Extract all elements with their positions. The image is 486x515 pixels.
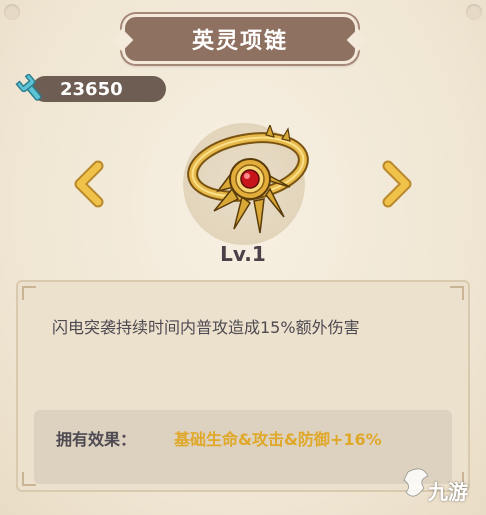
item-level: Lv.1	[220, 242, 266, 266]
page-title: 英灵项链	[191, 29, 288, 54]
currency-display: 23650	[14, 74, 166, 104]
necklace-icon[interactable]	[170, 125, 320, 240]
effect-value: 基础生命&攻击&防御+16%	[174, 430, 382, 449]
chevron-left-icon[interactable]	[70, 160, 110, 208]
corner-ornament	[466, 4, 482, 20]
effect-label: 拥有效果：	[56, 430, 137, 449]
corner-ornament	[4, 4, 20, 20]
frame-corner	[450, 286, 464, 300]
description-box: 闪电突袭持续时间内普攻造成15%额外伤害 拥有效果： 基础生命&攻击&防御+16…	[16, 280, 470, 492]
frame-corner	[22, 286, 36, 300]
effect-box: 拥有效果： 基础生命&攻击&防御+16%	[34, 410, 452, 484]
currency-value: 23650	[60, 78, 123, 100]
wrench-icon	[15, 74, 42, 101]
title-banner: 英灵项链	[122, 14, 358, 64]
currency-pill: 23650	[32, 76, 166, 102]
item-detail-panel: 英灵项链 23650 Lv.1 闪电突袭持续时间内普攻造成15%额外伤害 拥有效…	[0, 0, 486, 515]
watermark-text: 九游	[428, 480, 468, 504]
chevron-right-icon[interactable]	[376, 160, 416, 208]
item-description: 闪电突袭持续时间内普攻造成15%额外伤害	[52, 318, 360, 337]
